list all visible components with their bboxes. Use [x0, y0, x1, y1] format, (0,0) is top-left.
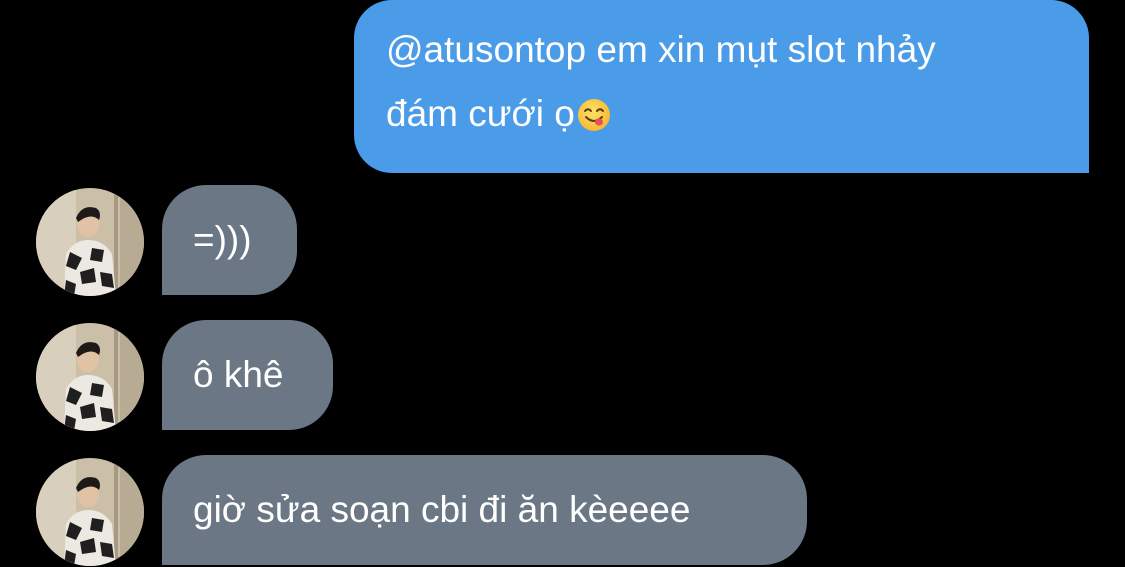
- outgoing-message-bubble[interactable]: @atusontop em xin mụt slot nhảy đám cưới…: [354, 0, 1089, 173]
- sender-avatar[interactable]: [36, 323, 144, 431]
- face-savoring-food-emoji-icon: [577, 88, 611, 131]
- sender-avatar[interactable]: [36, 458, 144, 566]
- incoming-message-bubble[interactable]: =))): [162, 185, 297, 295]
- outgoing-message-line-2-wrap: đám cưới ọ: [386, 82, 1089, 146]
- outgoing-message-line-1: @atusontop em xin mụt slot nhảy: [386, 29, 936, 70]
- incoming-message-text: =))): [193, 219, 252, 260]
- sender-avatar[interactable]: [36, 188, 144, 296]
- incoming-message-bubble[interactable]: giờ sửa soạn cbi đi ăn kèeeee: [162, 455, 807, 565]
- chat-thread: @atusontop em xin mụt slot nhảy đám cưới…: [0, 0, 1125, 567]
- outgoing-message-line-2: đám cưới ọ: [386, 93, 575, 134]
- incoming-message-text: giờ sửa soạn cbi đi ăn kèeeee: [193, 489, 691, 530]
- incoming-message-bubble[interactable]: ô khê: [162, 320, 333, 430]
- incoming-message-text: ô khê: [193, 354, 284, 395]
